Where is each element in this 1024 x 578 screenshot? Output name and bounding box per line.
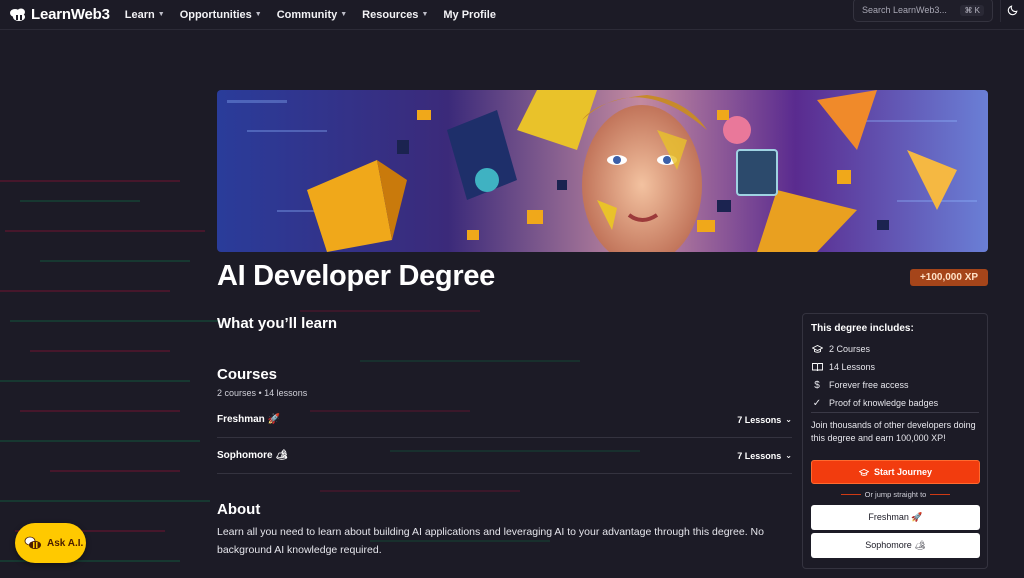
hero-image xyxy=(217,90,988,252)
nav-resources[interactable]: Resources ▼ xyxy=(362,0,428,30)
separator-line xyxy=(840,494,861,495)
chevron-down-icon: ⌄ xyxy=(785,415,792,424)
bee-icon xyxy=(23,535,43,551)
course-lessons-toggle[interactable]: 7 Lessons ⌄ xyxy=(737,451,792,461)
course-lessons-count: 7 Lessons xyxy=(737,450,782,461)
courses-heading: Courses xyxy=(217,366,278,383)
nav-my-profile-label: My Profile xyxy=(443,8,496,21)
search-input[interactable]: Search LearnWeb3... ⌘ K xyxy=(853,0,993,22)
course-row-freshman[interactable]: Freshman 🚀 7 Lessons ⌄ xyxy=(217,402,792,438)
about-heading: About xyxy=(217,501,261,518)
join-text: Join thousands of other developers doing… xyxy=(811,420,976,443)
includes-badges: ✓ Proof of knowledge badges xyxy=(811,397,938,409)
degree-includes-title: This degree includes: xyxy=(811,323,914,334)
includes-free-access: $ Forever free access xyxy=(811,379,909,391)
separator-line xyxy=(930,494,951,495)
logo-bee-icon xyxy=(10,8,25,21)
hero-artwork xyxy=(217,90,988,252)
search-shortcut: ⌘ K xyxy=(960,4,984,16)
includes-courses: 2 Courses xyxy=(811,343,870,355)
jump-sophomore-label: Sophomore 🏕 xyxy=(865,540,926,550)
course-row-sophomore[interactable]: Sophomore 🏕 7 Lessons ⌄ xyxy=(217,438,792,474)
chevron-down-icon: ▼ xyxy=(421,11,429,18)
includes-courses-label: 2 Courses xyxy=(829,344,871,354)
nav-learn-label: Learn xyxy=(124,8,155,21)
nav-opportunities[interactable]: Opportunities ▼ xyxy=(180,0,262,30)
moon-icon xyxy=(1007,5,1018,16)
theme-toggle-button[interactable] xyxy=(1000,0,1024,22)
nav-opportunities-label: Opportunities xyxy=(179,8,252,21)
page-title: AI Developer Degree xyxy=(217,260,495,292)
ask-ai-label: Ask A.I. xyxy=(47,537,84,549)
top-nav: LearnWeb3 Learn ▼ Opportunities ▼ Commun… xyxy=(0,0,1024,30)
includes-badges-label: Proof of knowledge badges xyxy=(829,398,939,408)
nav-community-label: Community xyxy=(276,8,338,21)
start-journey-button[interactable]: Start Journey xyxy=(811,460,980,484)
chevron-down-icon: ▼ xyxy=(157,11,165,18)
divider xyxy=(811,412,979,413)
course-lessons-count: 7 Lessons xyxy=(737,414,782,425)
course-name: Freshman 🚀 xyxy=(217,414,281,425)
nav-community[interactable]: Community ▼ xyxy=(277,0,347,30)
check-icon: ✓ xyxy=(812,397,822,409)
includes-lessons-label: 14 Lessons xyxy=(829,362,876,372)
degree-includes-card: This degree includes: 2 Courses 14 Lesso… xyxy=(802,313,988,569)
ask-ai-button[interactable]: Ask A.I. xyxy=(15,523,86,563)
search-placeholder: Search LearnWeb3... xyxy=(862,5,947,15)
what-youll-learn-heading: What you’ll learn xyxy=(217,315,338,332)
about-text: Learn all you need to learn about buildi… xyxy=(217,526,764,556)
or-jump-label: Or jump straight to xyxy=(864,490,927,499)
book-icon xyxy=(811,361,823,373)
nav-learn[interactable]: Learn ▼ xyxy=(125,0,165,30)
graduation-cap-icon xyxy=(858,468,869,477)
start-journey-label: Start Journey xyxy=(873,467,933,477)
logo-text: LearnWeb3 xyxy=(31,6,110,23)
includes-free-access-label: Forever free access xyxy=(829,380,909,390)
nav-my-profile[interactable]: My Profile xyxy=(443,0,496,30)
courses-meta: 2 courses • 14 lessons xyxy=(217,388,308,398)
jump-freshman-button[interactable]: Freshman 🚀 xyxy=(811,505,980,530)
glitch-background-left xyxy=(0,180,220,562)
nav-resources-label: Resources xyxy=(362,8,419,21)
chevron-down-icon: ▼ xyxy=(340,11,348,18)
includes-lessons: 14 Lessons xyxy=(811,361,875,373)
course-name: Sophomore 🏕 xyxy=(217,450,289,461)
or-jump-separator: Or jump straight to xyxy=(811,490,980,499)
dollar-icon: $ xyxy=(814,379,820,391)
course-lessons-toggle[interactable]: 7 Lessons ⌄ xyxy=(737,415,792,425)
jump-sophomore-button[interactable]: Sophomore 🏕 xyxy=(811,533,980,558)
jump-freshman-label: Freshman 🚀 xyxy=(868,512,923,522)
graduation-cap-icon xyxy=(811,343,823,355)
chevron-down-icon: ⌄ xyxy=(785,451,792,460)
xp-badge: +100,000 XP xyxy=(910,269,988,286)
logo[interactable]: LearnWeb3 xyxy=(8,0,110,30)
chevron-down-icon: ▼ xyxy=(254,11,262,18)
